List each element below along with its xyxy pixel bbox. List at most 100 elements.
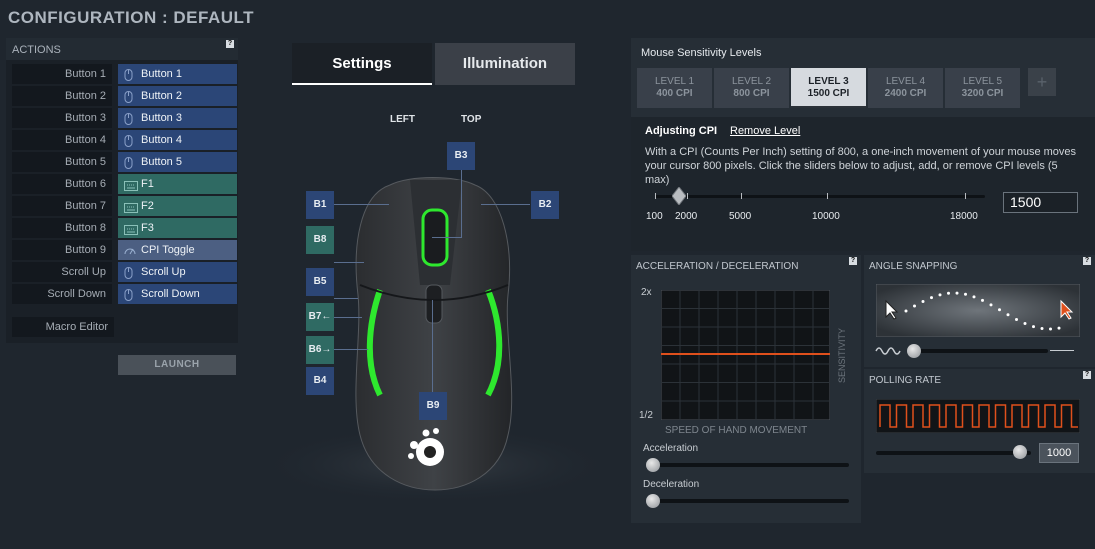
tab-illumination[interactable]: Illumination [435, 43, 575, 85]
launch-macro-button[interactable]: LAUNCH [118, 355, 236, 375]
action-row: Button 2 Button 2 [12, 86, 238, 106]
action-assignment-label: Button 2 [141, 90, 182, 102]
cpi-tick-mark [655, 193, 656, 199]
action-assignment-button[interactable]: Button 3 [118, 108, 237, 128]
acceleration-slider-knob[interactable] [646, 458, 660, 472]
mouse-button-b4[interactable]: B4 [306, 367, 334, 395]
action-row: Scroll Up Scroll Up [12, 262, 238, 282]
cpi-tick-mark [965, 193, 966, 199]
cpi-tick-mark [827, 193, 828, 199]
action-row: Button 4 Button 4 [12, 130, 238, 150]
mouse-button-b9[interactable]: B9 [419, 392, 447, 420]
level-cpi: 3200 CPI [961, 88, 1004, 99]
action-assignment-label: Button 5 [141, 156, 182, 168]
cpi-level-tab[interactable]: LEVEL 3 1500 CPI [791, 68, 866, 108]
mouse-button-b2[interactable]: B2 [531, 191, 559, 219]
action-row: Button 9 CPI Toggle [12, 240, 238, 260]
keyboard-icon [124, 178, 138, 191]
cpi-slider-handle[interactable] [672, 187, 686, 205]
remove-level-link[interactable]: Remove Level [730, 125, 800, 137]
mouse-button-b5[interactable]: B5 [306, 268, 334, 296]
action-assignment-button[interactable]: F2 [118, 196, 237, 216]
action-assignment-label: Scroll Down [141, 288, 200, 300]
mouse-icon [124, 156, 133, 169]
mouse-button-b3[interactable]: B3 [447, 142, 475, 170]
cpi-level-tab[interactable]: LEVEL 5 3200 CPI [945, 68, 1020, 108]
sensitivity-panel: Mouse Sensitivity Levels LEVEL 1 400 CPI L… [631, 38, 1095, 251]
action-assignment-label: Button 3 [141, 112, 182, 124]
mouse-icon [124, 90, 133, 103]
left-view-label: LEFT [390, 114, 415, 125]
arrow-right-icon: → [321, 344, 332, 355]
deceleration-slider-track[interactable] [651, 499, 849, 503]
straight-line-icon [1050, 350, 1074, 351]
y-axis-bottom-label: 1/2 [639, 410, 653, 421]
action-assignment-button[interactable]: F1 [118, 174, 237, 194]
angle-snapping-preview [876, 284, 1080, 337]
deceleration-slider-knob[interactable] [646, 494, 660, 508]
angle-snapping-slider-knob[interactable] [907, 344, 921, 358]
action-assignment-button[interactable]: Scroll Up [118, 262, 237, 282]
polling-rate-title: POLLING RATE [869, 375, 942, 386]
polling-rate-slider-knob[interactable] [1013, 445, 1027, 459]
angle-snapping-panel: ANGLE SNAPPING ? [864, 255, 1095, 367]
macro-editor-label: Macro Editor [12, 317, 114, 337]
mouse-button-b1[interactable]: B1 [306, 191, 334, 219]
x-axis-label: SPEED OF HAND MOVEMENT [665, 425, 808, 436]
cpi-level-tab[interactable]: LEVEL 4 2400 CPI [868, 68, 943, 108]
help-icon[interactable]: ? [1083, 257, 1091, 265]
polling-rate-slider-track[interactable] [876, 451, 1031, 455]
level-cpi: 2400 CPI [884, 88, 927, 99]
top-view-label: TOP [461, 114, 482, 125]
action-assignment-label: Button 1 [141, 68, 182, 80]
cpi-value-input[interactable]: 1500 [1003, 192, 1078, 213]
arrow-left-icon: ← [321, 311, 332, 322]
level-name: LEVEL 2 [731, 76, 772, 87]
action-assignment-button[interactable]: Button 4 [118, 130, 237, 150]
help-icon[interactable]: ? [1083, 371, 1091, 379]
action-assignment-button[interactable]: F3 [118, 218, 237, 238]
action-row: Button 5 Button 5 [12, 152, 238, 172]
action-label: Scroll Up [12, 262, 112, 282]
action-row: Button 1 Button 1 [12, 64, 238, 84]
mouse-button-b6[interactable]: B6→ [306, 336, 334, 364]
y-axis-top-label: 2x [641, 287, 652, 298]
gauge-icon [124, 244, 136, 256]
action-assignment-label: CPI Toggle [141, 244, 195, 256]
cpi-tick-mark [741, 193, 742, 199]
action-assignment-label: F3 [141, 222, 154, 234]
level-name: LEVEL 3 [808, 76, 849, 87]
level-name: LEVEL 1 [654, 76, 695, 87]
help-icon[interactable]: ? [226, 40, 234, 48]
action-assignment-button[interactable]: Button 1 [118, 64, 237, 84]
level-name: LEVEL 4 [885, 76, 926, 87]
action-assignment-label: F1 [141, 178, 154, 190]
action-row: Button 6 F1 [12, 174, 238, 194]
level-name: LEVEL 5 [962, 76, 1003, 87]
adjusting-cpi-label: Adjusting CPI [645, 125, 718, 137]
action-label: Button 3 [12, 108, 112, 128]
sensitivity-axis-label: SENSITIVITY [837, 327, 847, 383]
action-assignment-button[interactable]: Button 2 [118, 86, 237, 106]
mouse-button-b7[interactable]: B7← [306, 303, 334, 331]
angle-snapping-slider-track[interactable] [908, 349, 1048, 353]
polling-rate-panel: POLLING RATE ? 1000 [864, 369, 1095, 473]
acceleration-slider-track[interactable] [651, 463, 849, 467]
help-icon[interactable]: ? [849, 257, 857, 265]
actions-title: ACTIONS [12, 44, 61, 56]
acceleration-graph[interactable] [661, 290, 830, 420]
cpi-slider-track[interactable] [655, 195, 985, 198]
action-label: Scroll Down [12, 284, 112, 304]
mouse-button-b8[interactable]: B8 [306, 226, 334, 254]
acceleration-label: Acceleration [643, 443, 699, 454]
tab-settings[interactable]: Settings [292, 43, 432, 85]
cpi-level-tab[interactable]: LEVEL 1 400 CPI [637, 68, 712, 108]
level-cpi: 800 CPI [733, 88, 770, 99]
action-assignment-button[interactable]: CPI Toggle [118, 240, 237, 260]
polling-rate-value[interactable]: 1000 [1039, 443, 1079, 463]
cpi-level-tab[interactable]: LEVEL 2 800 CPI [714, 68, 789, 108]
action-assignment-button[interactable]: Scroll Down [118, 284, 237, 304]
action-label: Button 5 [12, 152, 112, 172]
add-level-button[interactable]: + [1028, 68, 1056, 96]
action-assignment-button[interactable]: Button 5 [118, 152, 237, 172]
